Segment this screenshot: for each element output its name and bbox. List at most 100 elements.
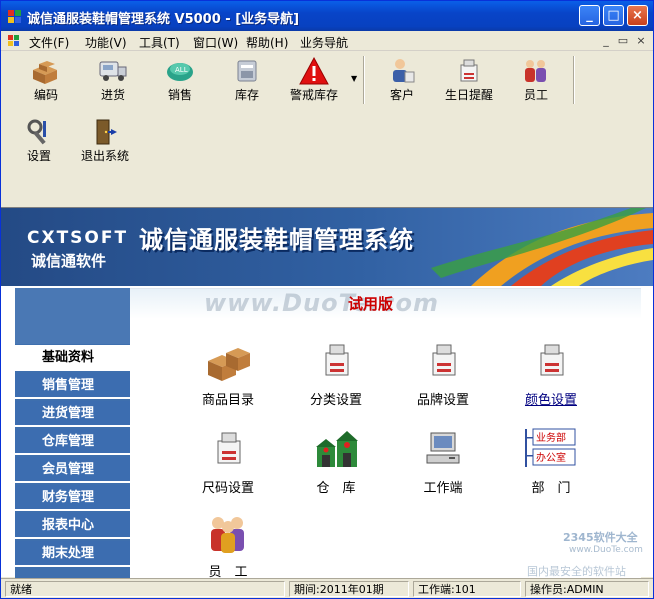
- status-operator: 操作员:ADMIN: [525, 581, 649, 597]
- status-bar: 就绪 期间:2011年01期 工作端:101 操作员:ADMIN: [1, 578, 653, 598]
- app-window: 诚信通服装鞋帽管理系统 V5000 - [业务导航] _ □ × 文件(F) 功…: [0, 0, 654, 599]
- tool-label: 生日提醒: [444, 88, 493, 102]
- mdi-doc-icon[interactable]: [7, 34, 21, 48]
- menu-tools[interactable]: 工具(T): [139, 34, 180, 51]
- duote-watermark: www.DuoTe.com: [204, 289, 439, 317]
- tool-alert-stock-button[interactable]: 警戒库存: [282, 52, 346, 108]
- module-label: 品牌设置: [416, 393, 469, 408]
- tool-label: 退出系统: [80, 149, 129, 163]
- module-label: 部 门: [531, 481, 571, 496]
- tool-label: 进货: [100, 88, 125, 102]
- module-brand-settings[interactable]: 品牌设置: [398, 339, 488, 419]
- nav-item-warehouse[interactable]: 仓库管理: [15, 429, 130, 455]
- nav-item-member[interactable]: 会员管理: [15, 457, 130, 483]
- module-workstation[interactable]: 工作端: [398, 427, 488, 507]
- title-bar[interactable]: 诚信通服装鞋帽管理系统 V5000 - [业务导航] _ □ ×: [1, 1, 653, 31]
- menu-help[interactable]: 帮助(H): [246, 34, 288, 51]
- svg-text:ALL: ALL: [175, 66, 188, 74]
- mdi-close-button[interactable]: ×: [634, 34, 648, 48]
- banner: CXTSOFT 诚信通软件 诚信通服装鞋帽管理系统: [1, 208, 653, 286]
- module-label: 颜色设置: [524, 393, 577, 408]
- menu-business-nav[interactable]: 业务导航: [300, 34, 348, 51]
- maximize-button[interactable]: □: [603, 5, 624, 26]
- tool-label: 销售: [167, 88, 192, 102]
- tool-label: 警戒库存: [289, 88, 338, 102]
- nav-item-basic-data[interactable]: 基础资料: [15, 345, 130, 371]
- tool-staff-button[interactable]: 员工: [504, 52, 568, 108]
- tool-label: 设置: [26, 149, 51, 163]
- nav-header: [15, 288, 130, 344]
- tool-inventory-button[interactable]: 库存: [215, 52, 279, 108]
- module-label: 仓 库: [316, 481, 356, 496]
- size-printer-icon: [217, 432, 241, 464]
- staff-icon: [525, 60, 546, 82]
- module-category-settings[interactable]: 分类设置: [291, 339, 381, 419]
- tool-birthday-button[interactable]: 生日提醒: [437, 52, 501, 108]
- exit-door-icon: [96, 119, 117, 145]
- employees-icon: [211, 517, 244, 553]
- corner-watermark: 2345软件大全 www.DuoTe.com 国内最安全的软件站: [509, 519, 649, 578]
- menu-file[interactable]: 文件(F): [29, 34, 69, 51]
- dept-label-office: 办公室: [536, 451, 566, 464]
- tool-label: 员工: [523, 88, 548, 102]
- tools-icon: [27, 119, 46, 145]
- tool-label: 客户: [389, 88, 414, 102]
- warehouse-icon: [237, 60, 257, 82]
- nav-item-reports[interactable]: 报表中心: [15, 513, 130, 539]
- minimize-button[interactable]: _: [579, 5, 600, 26]
- status-ready: 就绪: [5, 581, 285, 597]
- window-title: 诚信通服装鞋帽管理系统 V5000 - [业务导航]: [27, 12, 300, 27]
- tool-sales-button[interactable]: ALL 销售: [148, 52, 212, 108]
- tool-settings-button[interactable]: 设置: [7, 113, 71, 169]
- module-size-settings[interactable]: 尺码设置: [183, 427, 273, 507]
- app-logo-icon: [8, 10, 21, 23]
- brand-english: CXTSOFT: [27, 228, 129, 248]
- module-label: 商品目录: [201, 393, 254, 408]
- tool-label: 编码: [33, 88, 58, 102]
- tool-customer-button[interactable]: 客户: [370, 52, 434, 108]
- tool-exit-button[interactable]: 退出系统: [73, 113, 137, 169]
- menu-window[interactable]: 窗口(W): [193, 34, 238, 51]
- module-label: 分类设置: [309, 393, 362, 408]
- banner-title: 诚信通服装鞋帽管理系统: [139, 226, 414, 254]
- customer-icon: [393, 59, 415, 83]
- computer-icon: [426, 432, 460, 464]
- menu-function[interactable]: 功能(V): [85, 34, 127, 51]
- close-button[interactable]: ×: [627, 5, 648, 26]
- trial-label: 试用版: [348, 295, 394, 313]
- corner-watermark-line1: 2345软件大全: [563, 531, 638, 544]
- status-workstation: 工作端:101: [413, 581, 521, 597]
- module-color-settings[interactable]: 颜色设置: [506, 339, 596, 419]
- side-nav: 基础资料 销售管理 进货管理 仓库管理 会员管理 财务管理 报表中心 期末处理: [15, 288, 130, 578]
- boxes-icon: [33, 61, 57, 84]
- nav-item-sales[interactable]: 销售管理: [15, 373, 130, 399]
- nav-item-finance[interactable]: 财务管理: [15, 485, 130, 511]
- tool-encode-button[interactable]: 编码: [14, 52, 78, 108]
- brand-printer-icon: [432, 344, 456, 376]
- toolbar-separator: [573, 56, 575, 104]
- content-header: www.DuoTe.com 试用版: [130, 289, 641, 319]
- tool-label: 库存: [234, 88, 259, 102]
- warning-icon: [299, 56, 329, 85]
- mdi-minimize-button[interactable]: _: [599, 34, 613, 48]
- brand-chinese: 诚信通软件: [31, 252, 107, 270]
- module-label: 工作端: [423, 481, 463, 496]
- corner-watermark-line3: 国内最安全的软件站: [527, 565, 626, 578]
- banner-swoosh-icon: [431, 208, 653, 286]
- category-printer-icon: [325, 344, 349, 376]
- module-product-catalog[interactable]: 商品目录: [183, 339, 273, 419]
- product-boxes-icon: [208, 348, 250, 381]
- module-department[interactable]: 业务部 办公室 部 门: [506, 427, 596, 507]
- corner-watermark-line2: www.DuoTe.com: [569, 545, 643, 555]
- department-icon: 业务部 办公室: [525, 428, 576, 467]
- toolbar: 编码 进货 ALL 销售 库存 警戒库存 ▼ 客户 生日提醒 员工 设置 退出系…: [1, 52, 653, 207]
- nav-item-purchase[interactable]: 进货管理: [15, 401, 130, 427]
- tool-purchase-button[interactable]: 进货: [81, 52, 145, 108]
- alert-dropdown-arrow-icon[interactable]: ▼: [351, 74, 357, 83]
- mdi-restore-button[interactable]: ▭: [616, 34, 630, 48]
- module-label: 尺码设置: [201, 481, 254, 496]
- nav-item-period-end[interactable]: 期末处理: [15, 541, 130, 567]
- birthday-icon: [460, 59, 478, 82]
- module-warehouse[interactable]: 仓 库: [291, 427, 381, 507]
- truck-icon: [99, 61, 127, 81]
